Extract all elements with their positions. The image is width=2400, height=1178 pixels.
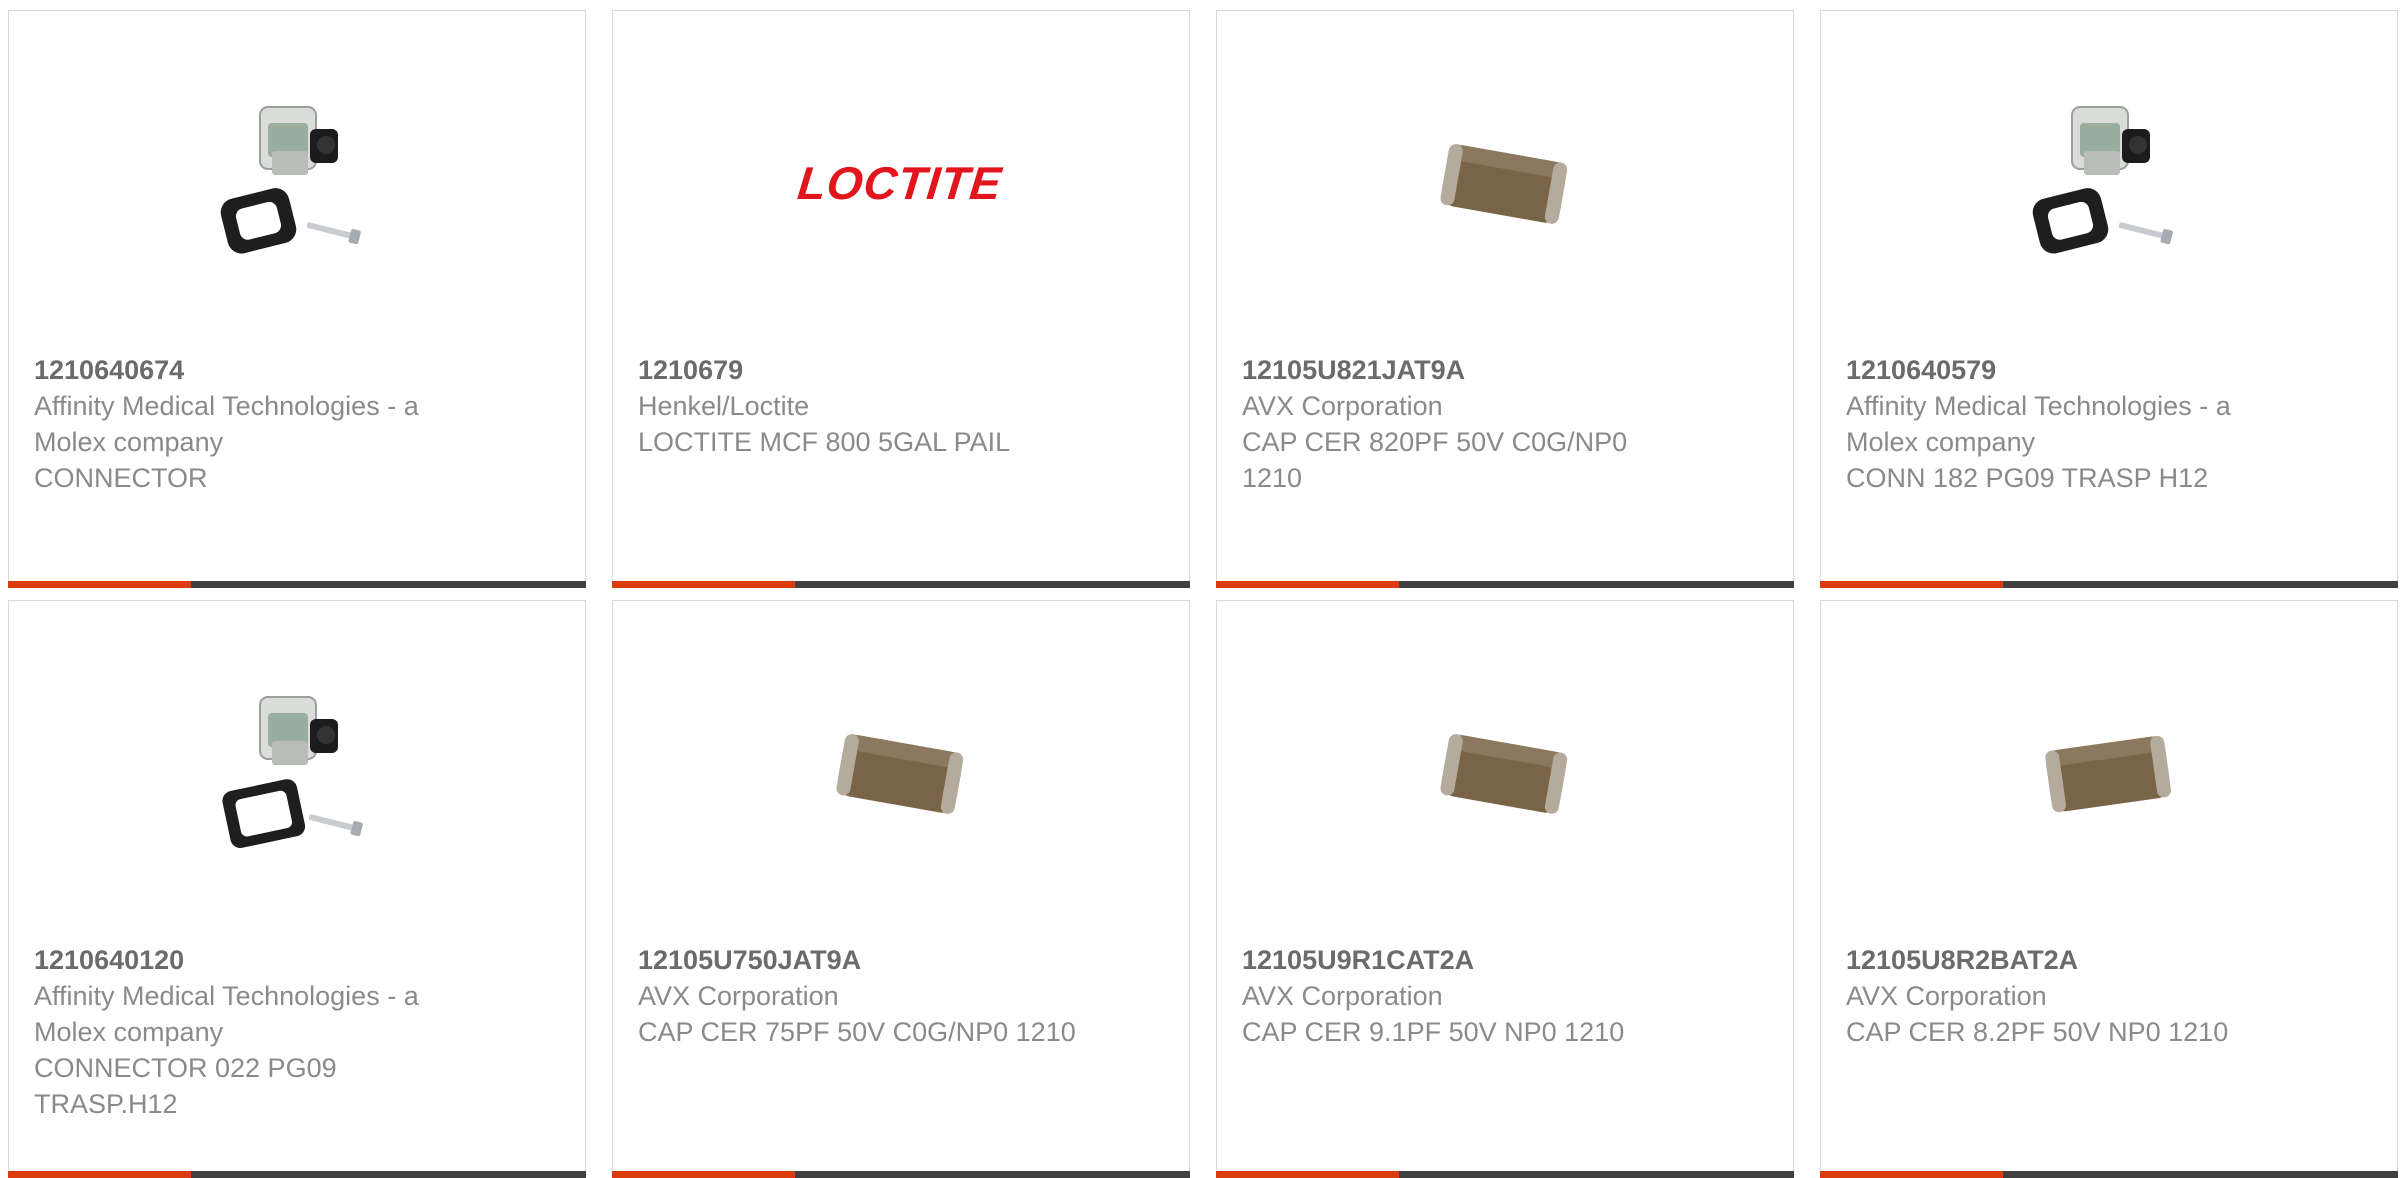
manufacturer: AVX Corporation [1242, 391, 1443, 421]
card-accent-bar [1820, 581, 2003, 588]
manufacturer: Affinity Medical Technologies - a Molex … [34, 391, 419, 457]
card-bottom-bar [8, 581, 586, 588]
part-number[interactable]: 12105U9R1CAT2A [1242, 942, 1682, 978]
manufacturer: Henkel/Loctite [638, 391, 810, 421]
product-card[interactable]: 1210640120 Affinity Medical Technologies… [8, 600, 586, 1178]
part-number[interactable]: 12105U8R2BAT2A [1846, 942, 2286, 978]
product-card[interactable]: 1210640674 Affinity Medical Technologies… [8, 10, 586, 588]
product-info: 1210640579 Affinity Medical Technologies… [1846, 352, 2286, 496]
card-accent-bar [1216, 1171, 1399, 1178]
manufacturer: AVX Corporation [638, 981, 839, 1011]
manufacturer: AVX Corporation [1846, 981, 2047, 1011]
connector-icon[interactable] [2008, 83, 2208, 283]
product-info: 12105U750JAT9A AVX Corporation CAP CER 7… [638, 942, 1078, 1050]
card-accent-bar [1820, 1171, 2003, 1178]
card-bottom-bar [8, 1171, 586, 1178]
card-accent-bar [1216, 581, 1399, 588]
part-number[interactable]: 12105U750JAT9A [638, 942, 1078, 978]
product-card[interactable]: 12105U750JAT9A AVX Corporation CAP CER 7… [612, 600, 1190, 1178]
card-bottom-bar [1820, 581, 2398, 588]
description: CAP CER 9.1PF 50V NP0 1210 [1242, 1017, 1625, 1047]
product-info: 1210679 Henkel/Loctite LOCTITE MCF 800 5… [638, 352, 1078, 460]
product-grid: 1210640674 Affinity Medical Technologies… [8, 10, 2398, 1178]
card-bottom-bar [612, 1171, 1190, 1178]
part-number[interactable]: 1210640579 [1846, 352, 2286, 388]
description: CAP CER 75PF 50V C0G/NP0 1210 [638, 1017, 1076, 1047]
description: CAP CER 820PF 50V C0G/NP0 1210 [1242, 427, 1628, 493]
product-card[interactable]: 1210640579 Affinity Medical Technologies… [1820, 10, 2398, 588]
card-bottom-bar [1216, 581, 1794, 588]
connector-icon[interactable] [196, 83, 396, 283]
capacitor-icon[interactable] [2008, 673, 2208, 873]
part-number[interactable]: 12105U821JAT9A [1242, 352, 1682, 388]
description: CONNECTOR [34, 463, 208, 493]
description: LOCTITE MCF 800 5GAL PAIL [638, 427, 1011, 457]
card-bottom-bar [1820, 1171, 2398, 1178]
product-info: 12105U8R2BAT2A AVX Corporation CAP CER 8… [1846, 942, 2286, 1050]
part-number[interactable]: 1210679 [638, 352, 1078, 388]
card-accent-bar [8, 581, 191, 588]
product-card[interactable]: LOCTITE 1210679 Henkel/Loctite LOCTITE M… [612, 10, 1190, 588]
card-accent-bar [8, 1171, 191, 1178]
card-bottom-bar [612, 581, 1190, 588]
product-card[interactable]: 12105U9R1CAT2A AVX Corporation CAP CER 9… [1216, 600, 1794, 1178]
card-bottom-bar [1216, 1171, 1794, 1178]
loctite-logo-text: LOCTITE [795, 157, 1005, 209]
description: CAP CER 8.2PF 50V NP0 1210 [1846, 1017, 2229, 1047]
loctite-logo[interactable]: LOCTITE [795, 83, 1004, 283]
product-info: 1210640674 Affinity Medical Technologies… [34, 352, 474, 496]
capacitor-icon[interactable] [800, 673, 1000, 873]
connector-icon[interactable] [196, 673, 396, 873]
capacitor-icon[interactable] [1404, 83, 1604, 283]
product-card[interactable]: 12105U821JAT9A AVX Corporation CAP CER 8… [1216, 10, 1794, 588]
card-accent-bar [612, 1171, 795, 1178]
capacitor-icon[interactable] [1404, 673, 1604, 873]
manufacturer: AVX Corporation [1242, 981, 1443, 1011]
product-info: 12105U821JAT9A AVX Corporation CAP CER 8… [1242, 352, 1682, 496]
card-accent-bar [612, 581, 795, 588]
product-card[interactable]: 12105U8R2BAT2A AVX Corporation CAP CER 8… [1820, 600, 2398, 1178]
manufacturer: Affinity Medical Technologies - a Molex … [34, 981, 419, 1047]
product-info: 1210640120 Affinity Medical Technologies… [34, 942, 474, 1122]
part-number[interactable]: 1210640674 [34, 352, 474, 388]
part-number[interactable]: 1210640120 [34, 942, 474, 978]
manufacturer: Affinity Medical Technologies - a Molex … [1846, 391, 2231, 457]
description: CONNECTOR 022 PG09 TRASP.H12 [34, 1053, 337, 1119]
product-info: 12105U9R1CAT2A AVX Corporation CAP CER 9… [1242, 942, 1682, 1050]
description: CONN 182 PG09 TRASP H12 [1846, 463, 2209, 493]
